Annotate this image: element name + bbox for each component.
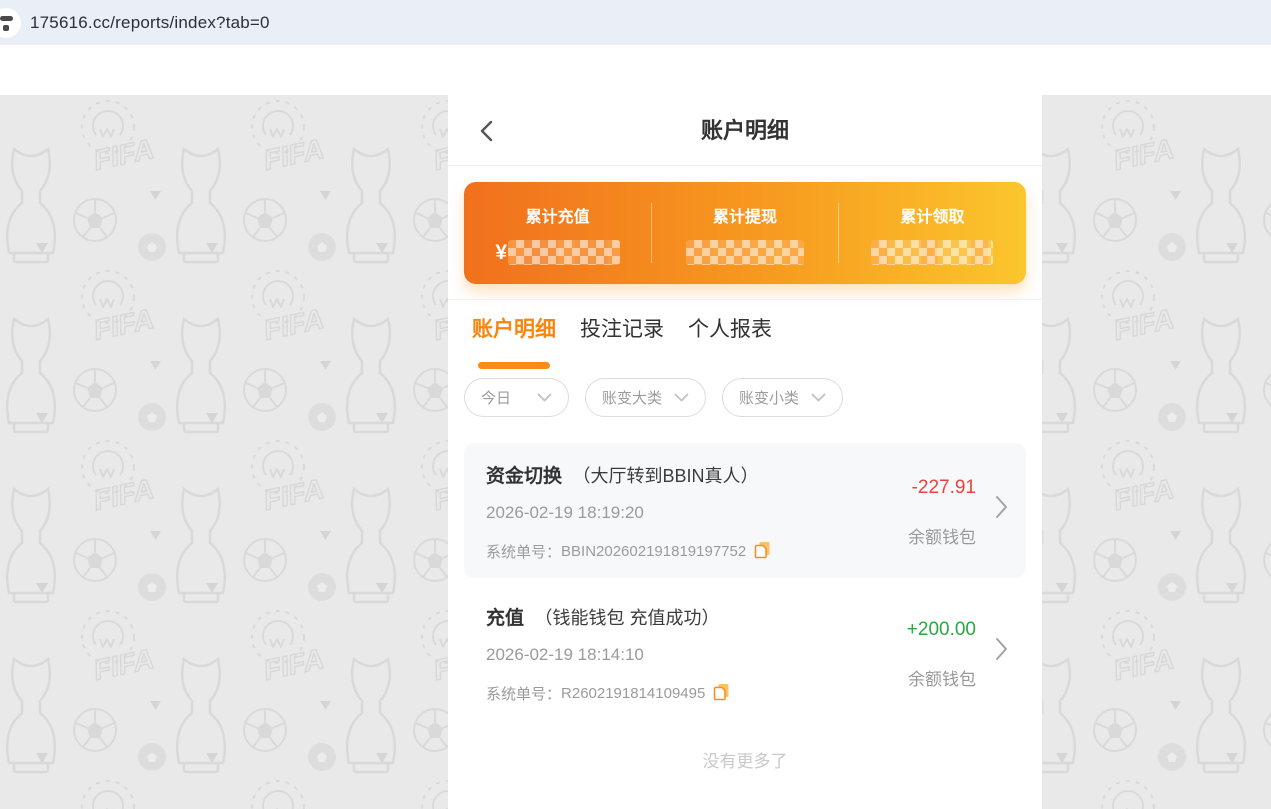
chevron-right-icon bbox=[992, 635, 1010, 668]
chevron-down-icon bbox=[674, 393, 689, 403]
summary-card: 累计充值 ¥ 累计提现 累计领取 bbox=[464, 182, 1026, 284]
app-content-column: 账户明细 累计充值 ¥ 累计提现 累计领取 账户明细 投注记录 个人报 bbox=[448, 95, 1042, 809]
chevron-right-icon bbox=[992, 493, 1010, 526]
order-number-label: 系统单号： bbox=[486, 683, 561, 704]
chevron-down-icon bbox=[811, 393, 826, 403]
summary-label: 累计领取 bbox=[900, 203, 964, 227]
active-tab-indicator bbox=[478, 362, 550, 369]
masked-value bbox=[508, 240, 620, 265]
order-number: R2602191814109495 bbox=[561, 685, 705, 702]
divider bbox=[838, 203, 839, 263]
masked-value bbox=[686, 240, 804, 265]
filter-label: 今日 bbox=[481, 387, 511, 408]
copy-icon[interactable] bbox=[754, 540, 772, 563]
summary-label: 累计提现 bbox=[713, 203, 777, 227]
site-favicon-icon bbox=[0, 8, 21, 38]
url-text[interactable]: 175616.cc/reports/index?tab=0 bbox=[30, 0, 270, 45]
transaction-title: 资金切换 bbox=[486, 466, 562, 487]
transaction-title: 充值 bbox=[486, 608, 524, 629]
tab-bet-records[interactable]: 投注记录 bbox=[580, 313, 664, 343]
currency-prefix: ¥ bbox=[495, 241, 507, 265]
page-title: 账户明细 bbox=[448, 95, 1042, 166]
filter-row: 今日 账变大类 账变小类 bbox=[464, 378, 843, 417]
report-tabs: 账户明细 投注记录 个人报表 bbox=[472, 313, 772, 343]
transaction-row[interactable]: 资金切换 （大厅转到BBIN真人） 2026-02-19 18:19:20 系统… bbox=[464, 443, 1026, 578]
filter-date-dropdown[interactable]: 今日 bbox=[464, 378, 569, 417]
summary-total-withdraw: 累计提现 bbox=[651, 182, 838, 284]
transaction-subtitle: （大厅转到BBIN真人） bbox=[572, 466, 758, 486]
order-number: BBIN202602191819197752 bbox=[561, 543, 746, 560]
filter-label: 账变大类 bbox=[602, 387, 662, 408]
page-header: 账户明细 bbox=[448, 95, 1042, 166]
transaction-datetime: 2026-02-19 18:14:10 bbox=[486, 645, 644, 665]
filter-major-category-dropdown[interactable]: 账变大类 bbox=[585, 378, 706, 417]
filter-minor-category-dropdown[interactable]: 账变小类 bbox=[722, 378, 843, 417]
transaction-amount: +200.00 bbox=[907, 619, 976, 641]
masked-value bbox=[871, 240, 993, 265]
transaction-datetime: 2026-02-19 18:19:20 bbox=[486, 503, 644, 523]
order-number-label: 系统单号： bbox=[486, 541, 561, 562]
tab-personal-report[interactable]: 个人报表 bbox=[688, 313, 772, 343]
transaction-subtitle: （钱能钱包 充值成功） bbox=[534, 608, 719, 628]
summary-label: 累计充值 bbox=[526, 203, 590, 227]
transaction-amount: -227.91 bbox=[912, 477, 976, 499]
transaction-wallet: 余额钱包 bbox=[908, 523, 976, 548]
summary-total-deposit: 累计充值 ¥ bbox=[464, 182, 651, 284]
no-more-text: 没有更多了 bbox=[448, 747, 1042, 772]
transaction-row[interactable]: 充值 （钱能钱包 充值成功） 2026-02-19 18:14:10 系统单号：… bbox=[464, 585, 1026, 725]
copy-icon[interactable] bbox=[713, 682, 731, 705]
divider bbox=[448, 299, 1042, 300]
filter-label: 账变小类 bbox=[739, 387, 799, 408]
summary-total-claimed: 累计领取 bbox=[839, 182, 1026, 284]
browser-address-bar[interactable]: 175616.cc/reports/index?tab=0 bbox=[0, 0, 1271, 45]
browser-toolbar-gap bbox=[0, 45, 1271, 95]
chevron-down-icon bbox=[537, 393, 552, 403]
divider bbox=[651, 203, 652, 263]
transaction-wallet: 余额钱包 bbox=[908, 665, 976, 690]
tab-account-detail[interactable]: 账户明细 bbox=[472, 313, 556, 343]
